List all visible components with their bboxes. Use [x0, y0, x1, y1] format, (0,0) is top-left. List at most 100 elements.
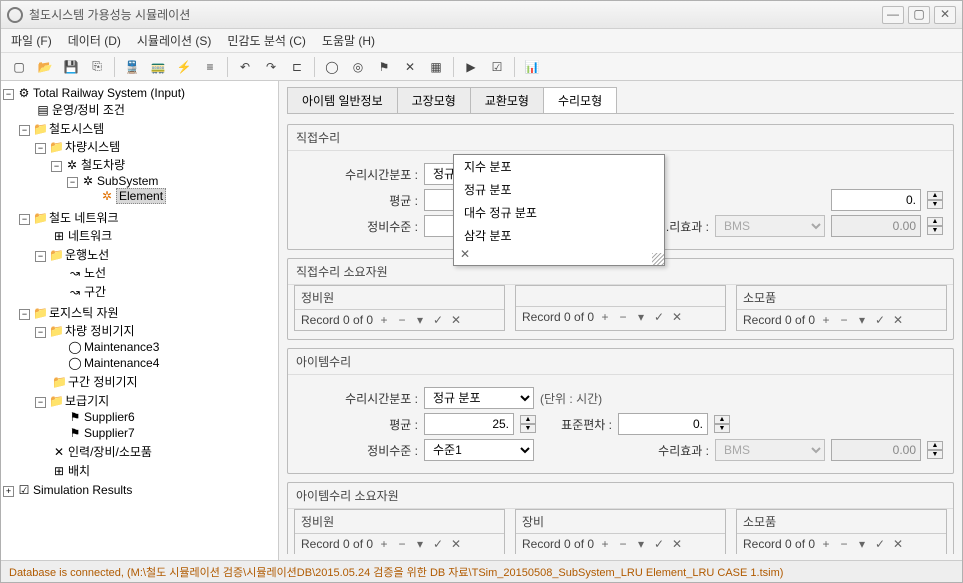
rec-ok[interactable]: ✓ [431, 313, 445, 327]
spin-down[interactable]: ▼ [714, 424, 730, 433]
rec-edit[interactable]: ▾ [855, 537, 869, 551]
input-item-mean[interactable] [424, 413, 514, 435]
rec-add[interactable]: + [598, 537, 612, 551]
target-icon[interactable]: ◎ [346, 56, 370, 78]
rec-del[interactable]: − [395, 537, 409, 551]
undo-icon[interactable]: ↶ [233, 56, 257, 78]
tree-toggle[interactable]: − [3, 89, 14, 100]
menu-sensitivity[interactable]: 민감도 분석 (C) [227, 32, 306, 49]
rec-add[interactable]: + [377, 313, 391, 327]
rec-edit[interactable]: ▾ [413, 313, 427, 327]
spin-up[interactable]: ▲ [714, 415, 730, 424]
select-item-level[interactable]: 수준1 [424, 439, 534, 461]
tab-replace[interactable]: 교환모형 [470, 87, 544, 113]
redo-icon[interactable]: ↷ [259, 56, 283, 78]
select-item-dist[interactable]: 정규 분포 [424, 387, 534, 409]
tree-logistics[interactable]: 로지스틱 자원 [49, 306, 119, 320]
tree-element[interactable]: Element [116, 188, 166, 204]
tree-rail-system[interactable]: 철도시스템 [49, 122, 104, 136]
tree-resources[interactable]: 인력/장비/소모품 [68, 445, 152, 459]
tree-toggle[interactable]: − [51, 161, 62, 172]
rec-edit[interactable]: ▾ [634, 310, 648, 324]
car-icon[interactable]: 🚃 [146, 56, 170, 78]
circle-icon[interactable]: ◯ [320, 56, 344, 78]
tree-net[interactable]: 네트워크 [68, 229, 112, 243]
dist-option-exp[interactable]: 지수 분포 [454, 155, 664, 178]
maximize-button[interactable]: ▢ [908, 6, 930, 24]
rec-edit[interactable]: ▾ [634, 537, 648, 551]
popup-close-icon[interactable]: ✕ [460, 247, 470, 261]
spin-down[interactable]: ▼ [927, 200, 943, 209]
rec-ok[interactable]: ✓ [652, 537, 666, 551]
tree-toggle[interactable]: − [35, 397, 46, 408]
rec-ok[interactable]: ✓ [873, 537, 887, 551]
bolt-icon[interactable]: ⚡ [172, 56, 196, 78]
tree-maint4[interactable]: Maintenance4 [84, 356, 159, 370]
menu-file[interactable]: 파일 (F) [11, 32, 52, 49]
grid-icon[interactable]: ▦ [424, 56, 448, 78]
rec-cancel[interactable]: ✕ [449, 537, 463, 551]
tab-repair[interactable]: 수리모형 [543, 87, 617, 113]
dist-option-triangular[interactable]: 삼각 분포 [454, 224, 664, 247]
open-icon[interactable]: 📂 [33, 56, 57, 78]
tree-section[interactable]: 구간 [84, 285, 106, 299]
tree-supplier7[interactable]: Supplier7 [84, 426, 135, 440]
tree-vehicle-base[interactable]: 차량 정비기지 [65, 324, 135, 338]
dist-option-normal[interactable]: 정규 분포 [454, 178, 664, 201]
spin-down[interactable]: ▼ [520, 424, 536, 433]
rec-del[interactable]: − [616, 537, 630, 551]
tree-toggle[interactable]: − [35, 251, 46, 262]
rec-cancel[interactable]: ✕ [891, 537, 905, 551]
saveas-icon[interactable]: ⎘ [85, 56, 109, 78]
tree-network[interactable]: 철도 네트워크 [49, 211, 119, 225]
rec-del[interactable]: − [616, 310, 630, 324]
play-icon[interactable]: ▶ [459, 56, 483, 78]
tab-failure[interactable]: 고장모형 [397, 87, 471, 113]
tree-root[interactable]: Total Railway System (Input) [33, 86, 185, 100]
tab-general[interactable]: 아이템 일반정보 [287, 87, 398, 113]
menu-help[interactable]: 도움말 (H) [322, 32, 375, 49]
train-icon[interactable]: 🚆 [120, 56, 144, 78]
tree-sim-results[interactable]: Simulation Results [33, 483, 132, 497]
rec-add[interactable]: + [598, 310, 612, 324]
rec-ok[interactable]: ✓ [652, 310, 666, 324]
tree-toggle[interactable]: − [35, 143, 46, 154]
check-icon[interactable]: ☑ [485, 56, 509, 78]
tree-supplier6[interactable]: Supplier6 [84, 410, 135, 424]
save-icon[interactable]: 💾 [59, 56, 83, 78]
tree-routes[interactable]: 운행노선 [65, 248, 109, 262]
tree-op-cond[interactable]: 운영/정비 조건 [52, 103, 125, 117]
rec-edit[interactable]: ▾ [413, 537, 427, 551]
tree-section-base[interactable]: 구간 정비기지 [68, 375, 138, 389]
rec-cancel[interactable]: ✕ [891, 313, 905, 327]
rec-cancel[interactable]: ✕ [670, 310, 684, 324]
new-icon[interactable]: ▢ [7, 56, 31, 78]
tree-toggle[interactable]: − [19, 214, 30, 225]
rec-add[interactable]: + [377, 537, 391, 551]
input-direct-std[interactable] [831, 189, 921, 211]
rec-ok[interactable]: ✓ [431, 537, 445, 551]
tree-vehicle-system[interactable]: 차량시스템 [65, 140, 120, 154]
tree-toggle[interactable]: − [35, 327, 46, 338]
tree-subsystem[interactable]: SubSystem [97, 174, 158, 188]
tool-icon[interactable]: ✕ [398, 56, 422, 78]
spin-up[interactable]: ▲ [520, 415, 536, 424]
menu-data[interactable]: 데이터 (D) [68, 32, 121, 49]
rec-cancel[interactable]: ✕ [670, 537, 684, 551]
tree-route[interactable]: 노선 [84, 266, 106, 280]
close-button[interactable]: ✕ [934, 6, 956, 24]
popup-resize-handle[interactable] [652, 253, 664, 265]
menu-simulation[interactable]: 시뮬레이션 (S) [137, 32, 212, 49]
rec-edit[interactable]: ▾ [855, 313, 869, 327]
flag-icon[interactable]: ⚑ [372, 56, 396, 78]
connect-icon[interactable]: ⊏ [285, 56, 309, 78]
rec-add[interactable]: + [819, 313, 833, 327]
tree-maint3[interactable]: Maintenance3 [84, 340, 159, 354]
dist-option-lognormal[interactable]: 대수 정규 분포 [454, 201, 664, 224]
rec-add[interactable]: + [819, 537, 833, 551]
tree-rail-vehicle[interactable]: 철도차량 [81, 158, 125, 172]
tree-toggle[interactable]: − [19, 309, 30, 320]
tree-toggle[interactable]: − [19, 125, 30, 136]
chart-icon[interactable]: 📊 [520, 56, 544, 78]
tree-supply-base[interactable]: 보급기지 [65, 394, 109, 408]
